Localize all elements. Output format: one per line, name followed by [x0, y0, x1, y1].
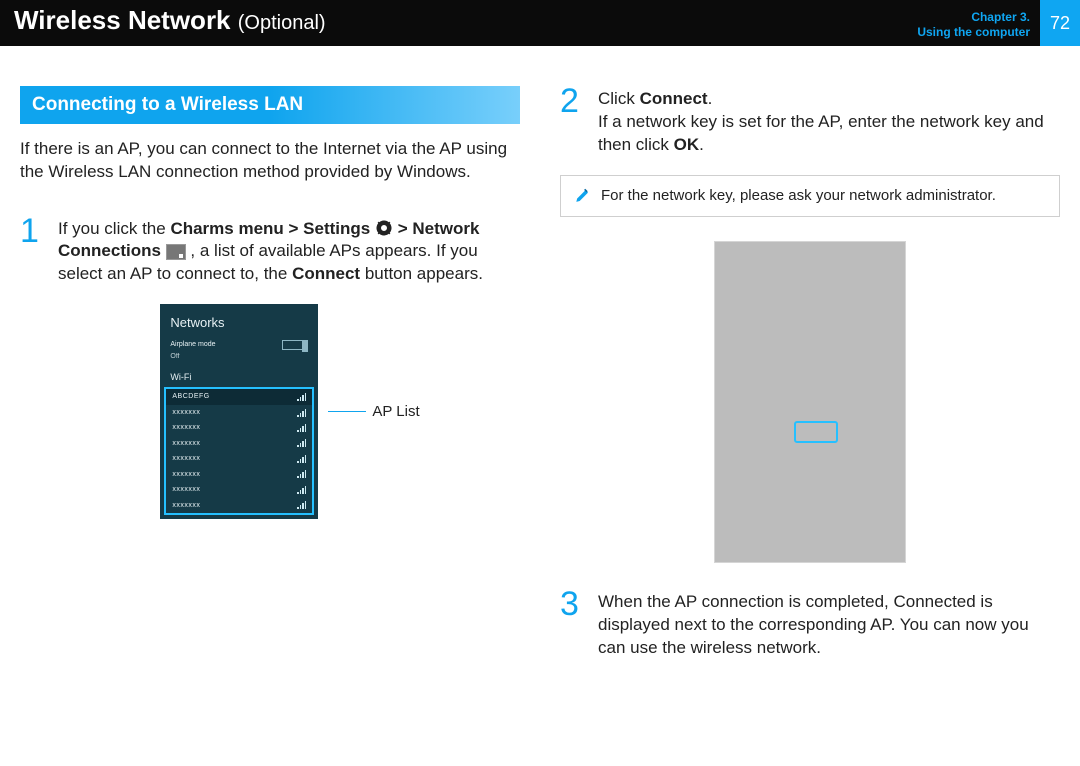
ap-row[interactable]: xxxxxxx	[166, 482, 312, 497]
ap-list-callout: AP List	[328, 402, 419, 422]
page-number: 72	[1040, 0, 1080, 46]
step-2-line1-c: .	[708, 89, 713, 108]
step-1-text-a: If you click the	[58, 219, 170, 238]
ap-row[interactable]: xxxxxxx	[166, 436, 312, 451]
ap-name: xxxxxxx	[172, 423, 200, 432]
step-2-line2-a: If a network key is set for the AP, ente…	[598, 112, 1044, 154]
networks-panel: Networks Airplane mode Off Wi-Fi ABCDEFG…	[160, 304, 318, 519]
ap-row[interactable]: xxxxxxx	[166, 498, 312, 513]
ap-row[interactable]: xxxxxxx	[166, 467, 312, 482]
intro-paragraph: If there is an AP, you can connect to th…	[20, 138, 520, 184]
step-number: 3	[560, 589, 586, 660]
ap-name: xxxxxxx	[172, 454, 200, 463]
step-2-body: Click Connect. If a network key is set f…	[598, 86, 1060, 157]
ap-row[interactable]: xxxxxxx	[166, 420, 312, 435]
callout-line	[328, 411, 366, 412]
chapter-subtitle: Using the computer	[917, 25, 1030, 40]
step-1-bold-a: Charms menu > Settings	[170, 219, 370, 238]
ap-row[interactable]: xxxxxxx	[166, 451, 312, 466]
title-optional-tag: (Optional)	[238, 12, 326, 34]
airplane-mode-label: Airplane mode	[170, 340, 215, 349]
admin-note-text: For the network key, please ask your net…	[601, 186, 996, 206]
step-2-line1-b: Connect	[640, 89, 708, 108]
page-header: Wireless Network (Optional) Chapter 3. U…	[0, 0, 1080, 46]
ap-name: xxxxxxx	[172, 485, 200, 494]
wifi-signal-icon	[297, 409, 306, 417]
ap-name: xxxxxxx	[172, 439, 200, 448]
step-number: 2	[560, 86, 586, 157]
right-column: 2 Click Connect. If a network key is set…	[560, 86, 1060, 678]
wifi-signal-icon	[297, 470, 306, 478]
wifi-section-label: Wi-Fi	[160, 367, 318, 387]
callout-label: AP List	[372, 402, 419, 422]
networks-panel-illustration: Networks Airplane mode Off Wi-Fi ABCDEFG…	[60, 304, 520, 519]
admin-note-box: For the network key, please ask your net…	[560, 175, 1060, 217]
step-1-bold-c: Connect	[292, 264, 360, 283]
ap-name: xxxxxxx	[172, 501, 200, 510]
wifi-signal-icon	[297, 501, 306, 509]
step-1: 1 If you click the Charms menu > Setting…	[20, 216, 520, 287]
wifi-signal-icon	[297, 393, 306, 401]
airplane-mode-row: Airplane mode	[160, 340, 318, 352]
ap-name: xxxxxxx	[172, 470, 200, 479]
wifi-signal-icon	[297, 455, 306, 463]
ap-list-box: ABCDEFG xxxxxxx xxxxxxx xxxxxxx xxxxxxx xxxxx…	[164, 387, 314, 515]
wifi-signal-icon	[297, 486, 306, 494]
title-main: Wireless Network	[14, 5, 231, 35]
step-2-line2-c: .	[699, 135, 704, 154]
ap-name: xxxxxxx	[172, 408, 200, 417]
networks-panel-title: Networks	[160, 312, 318, 340]
wifi-signal-icon	[297, 424, 306, 432]
wifi-signal-icon	[297, 439, 306, 447]
step-3: 3 When the AP connection is completed, C…	[560, 589, 1060, 660]
ap-name: ABCDEFG	[172, 392, 209, 401]
step-number: 1	[20, 216, 46, 287]
section-heading: Connecting to a Wireless LAN	[20, 86, 520, 124]
airplane-mode-state: Off	[160, 352, 318, 367]
connect-button-highlight	[794, 421, 838, 443]
settings-gear-icon	[375, 219, 393, 237]
connect-screenshot-placeholder	[714, 241, 906, 563]
note-icon	[573, 186, 593, 206]
step-2-line1-a: Click	[598, 89, 640, 108]
step-2-line2-b: OK	[674, 135, 700, 154]
chapter-label: Chapter 3.	[917, 10, 1030, 25]
network-connections-icon	[166, 244, 186, 260]
ap-row[interactable]: xxxxxxx	[166, 405, 312, 420]
step-1-body: If you click the Charms menu > Settings …	[58, 216, 520, 287]
left-column: Connecting to a Wireless LAN If there is…	[20, 86, 520, 678]
ap-row[interactable]: ABCDEFG	[166, 389, 312, 404]
step-2: 2 Click Connect. If a network key is set…	[560, 86, 1060, 157]
chapter-info: Chapter 3. Using the computer 72	[917, 4, 1080, 46]
airplane-mode-toggle[interactable]	[282, 340, 308, 350]
step-3-body: When the AP connection is completed, Con…	[598, 589, 1060, 660]
page-title: Wireless Network (Optional)	[14, 4, 326, 39]
step-1-text-c: button appears.	[365, 264, 483, 283]
